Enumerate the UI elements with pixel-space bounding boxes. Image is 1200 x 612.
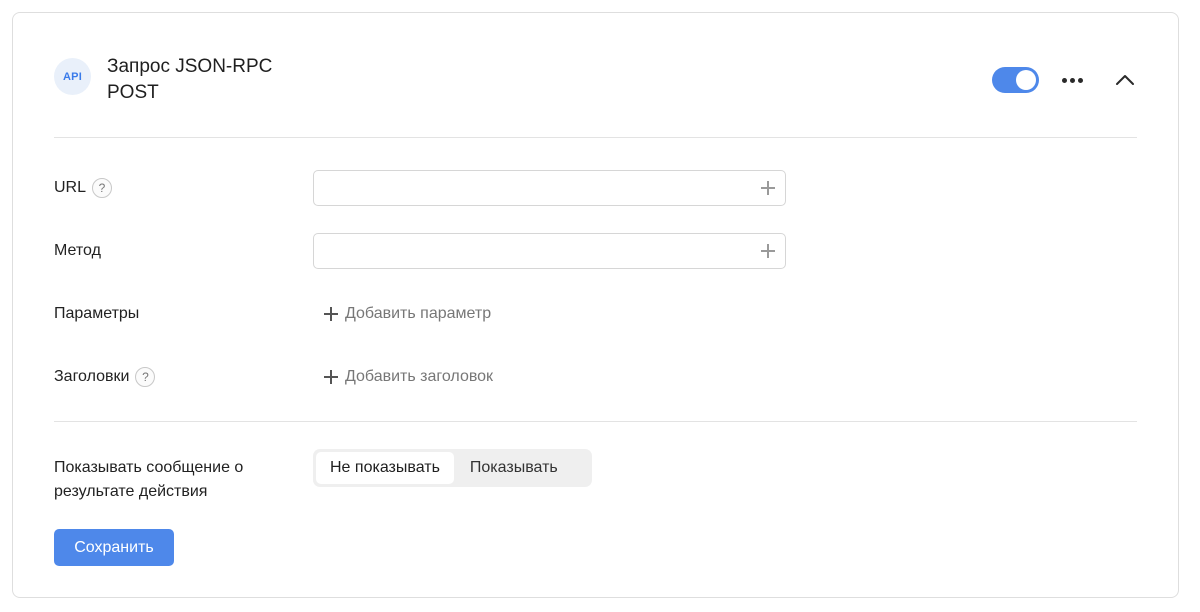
params-label-row: Параметры: [54, 302, 139, 326]
add-header-label: Добавить заголовок: [345, 368, 494, 385]
api-badge-text: API: [63, 70, 82, 83]
api-icon: API: [54, 58, 91, 95]
enable-toggle[interactable]: [992, 67, 1039, 93]
plus-icon[interactable]: [759, 242, 777, 260]
show-message-label-line-1: Показывать сообщение о: [54, 459, 244, 476]
chevron-up-icon[interactable]: [1113, 69, 1137, 91]
option-show[interactable]: Показывать: [456, 452, 572, 484]
save-button[interactable]: Сохранить: [54, 529, 174, 566]
plus-icon[interactable]: [759, 179, 777, 197]
url-input[interactable]: [313, 170, 786, 206]
plus-icon: [324, 307, 338, 321]
add-header-button[interactable]: Добавить заголовок: [322, 365, 493, 389]
headers-label: Заголовки: [54, 368, 130, 385]
toggle-knob: [1016, 70, 1036, 90]
header-divider: [54, 137, 1137, 138]
option-dont-show[interactable]: Не показывать: [316, 452, 454, 484]
help-icon[interactable]: ?: [135, 367, 156, 387]
action-card: API Запрос JSON-RPC POST URL ? Метод Пар…: [12, 12, 1179, 598]
show-message-label-line-2: результате действия: [54, 483, 208, 500]
method-label-row: Метод: [54, 239, 101, 263]
title-line-1: Запрос JSON-RPC: [107, 56, 273, 77]
add-param-label: Добавить параметр: [345, 305, 492, 322]
method-label: Метод: [54, 242, 101, 259]
help-icon[interactable]: ?: [92, 178, 113, 198]
url-label-row: URL ?: [54, 176, 113, 200]
title-line-2: POST: [107, 82, 159, 103]
show-message-switch: Не показывать Показывать: [313, 449, 592, 487]
card-title: Запрос JSON-RPC POST: [107, 54, 407, 106]
add-param-button[interactable]: Добавить параметр: [322, 302, 491, 326]
show-message-label: Показывать сообщение о результате действ…: [54, 456, 284, 504]
url-label: URL: [54, 179, 87, 196]
plus-icon: [324, 370, 338, 384]
more-dots-icon[interactable]: [1059, 68, 1085, 92]
params-label: Параметры: [54, 305, 140, 322]
method-input[interactable]: [313, 233, 786, 269]
section-divider: [54, 421, 1137, 422]
headers-label-row: Заголовки ?: [54, 365, 156, 389]
